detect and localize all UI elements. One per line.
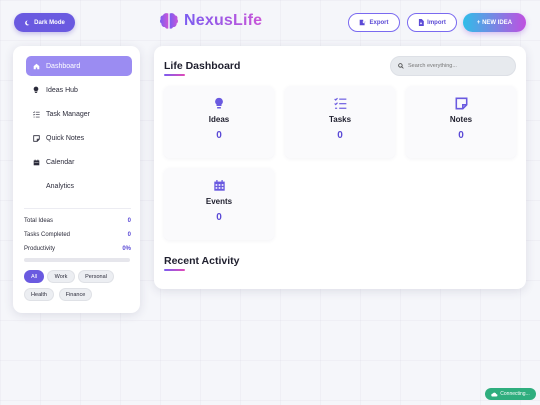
app-logo: NexusLife xyxy=(159,12,262,30)
title-underline xyxy=(164,74,185,76)
export-icon xyxy=(360,19,367,26)
lightbulb-icon xyxy=(214,96,224,110)
import-icon xyxy=(419,19,424,26)
card-label: Events xyxy=(205,197,233,206)
calendar-icon xyxy=(26,159,46,166)
card-label: Notes xyxy=(449,115,473,124)
cloud-icon xyxy=(491,392,498,397)
sidebar: Dashboard Ideas Hub Task Manager Quick N… xyxy=(13,46,140,313)
connection-status-text: Connecting... xyxy=(500,391,530,397)
card-label: Tasks xyxy=(328,115,352,124)
card-value: 0 xyxy=(458,130,464,141)
sidebar-item-label: Ideas Hub xyxy=(46,86,78,94)
export-button[interactable]: Export xyxy=(348,13,400,32)
search-input[interactable] xyxy=(408,63,508,69)
filter-chip-work[interactable]: Work xyxy=(47,270,75,283)
main-panel: Life Dashboard Ideas 0 Tasks 0 Notes 0 E… xyxy=(154,46,526,289)
productivity-bar xyxy=(24,258,130,262)
import-button[interactable]: Import xyxy=(407,13,457,32)
filter-chip-health[interactable]: Health xyxy=(24,288,54,301)
export-label: Export xyxy=(369,19,389,26)
dark-mode-label: Dark Mode xyxy=(34,19,65,26)
sidebar-item-dashboard[interactable]: Dashboard xyxy=(26,56,132,76)
filter-chip-finance[interactable]: Finance xyxy=(59,288,92,301)
filter-chip-personal[interactable]: Personal xyxy=(78,270,114,283)
tasks-icon xyxy=(333,96,347,110)
stat-tasks-completed: Tasks Completed 0 xyxy=(24,232,131,238)
recent-activity-title: Recent Activity xyxy=(164,255,240,267)
import-label: Import xyxy=(427,19,446,26)
sidebar-item-task-manager[interactable]: Task Manager xyxy=(26,104,132,124)
sidebar-item-ideas-hub[interactable]: Ideas Hub xyxy=(26,80,132,100)
new-idea-label: + NEW IDEA xyxy=(476,19,513,26)
sidebar-item-label: Dashboard xyxy=(46,62,81,70)
new-idea-button[interactable]: + NEW IDEA xyxy=(463,13,526,32)
stat-productivity: Productivity 0% xyxy=(24,246,131,252)
stat-value: 0 xyxy=(127,218,131,224)
calendar-icon xyxy=(213,178,226,192)
card-value: 0 xyxy=(216,130,222,141)
dark-mode-button[interactable]: Dark Mode xyxy=(14,13,75,32)
sidebar-divider xyxy=(24,208,131,209)
note-icon xyxy=(26,134,46,142)
app-logo-text: NexusLife xyxy=(184,12,263,29)
home-icon xyxy=(26,63,46,70)
stat-value: 0% xyxy=(122,246,131,252)
sidebar-item-analytics[interactable]: Analytics xyxy=(26,176,132,196)
moon-icon xyxy=(25,20,30,25)
sidebar-item-label: Analytics xyxy=(46,182,75,190)
sidebar-item-label: Task Manager xyxy=(46,110,90,118)
card-label: Ideas xyxy=(208,115,230,124)
card-value: 0 xyxy=(216,212,222,223)
sidebar-item-label: Calendar xyxy=(46,158,75,166)
card-value: 0 xyxy=(337,130,343,141)
stat-value: 0 xyxy=(127,232,131,238)
card-events[interactable]: Events 0 xyxy=(164,168,274,240)
lightbulb-icon xyxy=(26,86,46,94)
brain-icon xyxy=(160,13,178,29)
sidebar-item-calendar[interactable]: Calendar xyxy=(26,152,132,172)
search-icon xyxy=(398,63,404,69)
note-icon xyxy=(455,96,468,110)
filter-chip-all[interactable]: All xyxy=(24,270,44,283)
sidebar-item-label: Quick Notes xyxy=(46,134,85,142)
stat-label: Total Ideas xyxy=(24,218,54,224)
page-title: Life Dashboard xyxy=(164,60,241,72)
card-notes[interactable]: Notes 0 xyxy=(406,86,516,158)
sidebar-item-quick-notes[interactable]: Quick Notes xyxy=(26,128,132,148)
stat-label: Tasks Completed xyxy=(24,232,71,238)
card-tasks[interactable]: Tasks 0 xyxy=(285,86,395,158)
stat-label: Productivity xyxy=(24,246,56,252)
card-ideas[interactable]: Ideas 0 xyxy=(164,86,274,158)
connection-status-badge: Connecting... xyxy=(485,388,536,400)
search-box[interactable] xyxy=(390,56,516,76)
stat-total-ideas: Total Ideas 0 xyxy=(24,218,131,224)
recent-underline xyxy=(164,269,185,271)
tasks-icon xyxy=(26,110,46,118)
